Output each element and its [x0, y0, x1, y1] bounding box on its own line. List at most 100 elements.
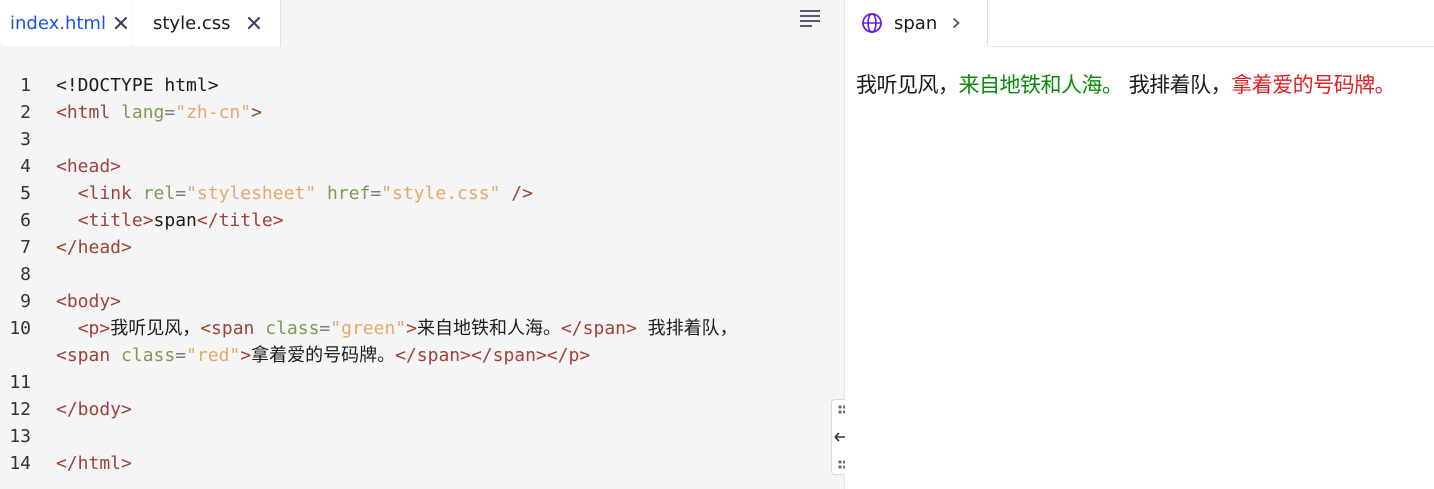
code-line[interactable]: 13: [0, 423, 845, 450]
code-token-text: span: [153, 210, 197, 231]
line-number: 12: [9, 399, 31, 420]
code-token-tag: </span></span></p>: [395, 345, 591, 366]
code-token-attr: href: [326, 183, 371, 204]
chevron-right-icon[interactable]: [949, 16, 963, 30]
code-line[interactable]: 8: [0, 261, 845, 288]
code-token-tag: <title>: [77, 210, 154, 231]
code-text: <body>: [56, 288, 121, 315]
code-line[interactable]: 1 <!DOCTYPE html>: [0, 72, 845, 99]
line-number: 6: [20, 210, 31, 231]
code-line[interactable]: 5 <link rel="stylesheet" href="style.css…: [0, 180, 845, 207]
code-editor-pane: index.html style.css 1 <!DOCTYPE html> 2 <h…: [0, 0, 845, 489]
line-number: 10: [9, 318, 31, 339]
code-line[interactable]: <span class="red">拿着爱的号码牌。</span></span>…: [0, 342, 845, 369]
code-token-cjk: 我听见风，: [110, 318, 201, 339]
preview-red-span: 拿着爱的号码牌。: [1231, 73, 1396, 97]
code-text: <link rel="stylesheet" href="style.css" …: [56, 180, 533, 207]
code-text: <p>我听见风，<span class="green">来自地铁和人海。</sp…: [56, 315, 738, 342]
code-text: <span class="red">拿着爱的号码牌。</span></span>…: [56, 342, 590, 369]
code-text: <title>span</title>: [56, 207, 284, 234]
code-token-tag: </span>: [560, 318, 637, 339]
code-token-doctype: <!DOCTYPE html>: [56, 75, 219, 96]
code-line[interactable]: 9 <body>: [0, 288, 845, 315]
preview-tab[interactable]: span: [845, 0, 988, 46]
code-line[interactable]: 2 <html lang="zh-cn">: [0, 99, 845, 126]
code-token-attr: class: [121, 345, 176, 366]
code-token-cjk: 来自地铁和人海。: [416, 318, 561, 339]
line-number: 5: [20, 183, 31, 204]
code-token-tag: </head>: [56, 237, 132, 258]
tab-style-css[interactable]: style.css: [133, 0, 281, 46]
code-token-str: "stylesheet": [186, 183, 317, 204]
line-number: 8: [20, 264, 31, 285]
code-line[interactable]: 7 </head>: [0, 234, 845, 261]
code-text: <head>: [56, 153, 121, 180]
line-number: 9: [20, 291, 31, 312]
code-line[interactable]: 12 </body>: [0, 396, 845, 423]
line-number: 14: [9, 453, 31, 474]
close-icon[interactable]: [114, 16, 128, 30]
code-line[interactable]: 6 <title>span</title>: [0, 207, 845, 234]
code-line[interactable]: 10 <p>我听见风，<span class="green">来自地铁和人海。<…: [0, 315, 845, 342]
code-token-punct: =: [175, 345, 187, 366]
code-token-tag: <p>: [77, 318, 111, 339]
tab-index-html[interactable]: index.html: [0, 0, 132, 46]
format-lines-icon[interactable]: [799, 9, 821, 27]
code-token-cjk: 拿着爱的号码牌。: [251, 345, 396, 366]
line-number: 7: [20, 237, 31, 258]
tab-label: index.html: [10, 12, 106, 34]
line-number: 2: [20, 102, 31, 123]
code-line[interactable]: 14 </html>: [0, 450, 845, 477]
code-token-punct: =: [175, 183, 187, 204]
tab-label: style.css: [153, 12, 231, 34]
code-token-attr: rel: [142, 183, 176, 204]
preview-tabbar-border: [988, 46, 1434, 47]
code-text: <!DOCTYPE html>: [56, 72, 219, 99]
code-text: </body>: [56, 396, 132, 423]
code-line[interactable]: 3: [0, 126, 845, 153]
code-token-tag: <head>: [56, 156, 122, 177]
code-token-tag: <body>: [56, 291, 122, 312]
preview-paragraph: 我听见风，来自地铁和人海。 我排着队，拿着爱的号码牌。: [856, 71, 1434, 99]
code-token-attr: class: [265, 318, 320, 339]
code-token-str: "red": [186, 345, 241, 366]
code-token-tag: />: [511, 183, 533, 204]
code-token-tag: <span: [56, 345, 111, 366]
code-text: <html lang="zh-cn">: [56, 99, 262, 126]
globe-icon: [862, 13, 882, 33]
preview-text: 我排着队，: [1122, 73, 1232, 97]
code-text: </head>: [56, 234, 132, 261]
preview-tab-label: span: [894, 12, 938, 34]
preview-pane: span 我听见风，来自地铁和人海。 我排着队，拿着爱的号码牌。: [845, 0, 1434, 489]
code-token-tag: </body>: [56, 399, 132, 420]
line-number: 3: [20, 129, 31, 150]
code-line[interactable]: 4 <head>: [0, 153, 845, 180]
code-token-punct: =: [370, 183, 382, 204]
code-token-tag: >: [406, 318, 417, 339]
line-number: 4: [20, 156, 31, 177]
code-token-tag: <link: [77, 183, 132, 204]
code-token-punct: =: [164, 102, 176, 123]
code-area[interactable]: 1 <!DOCTYPE html> 2 <html lang="zh-cn"> 3 4 <h…: [0, 72, 845, 477]
line-number: 1: [20, 75, 31, 96]
code-text: </html>: [56, 450, 132, 477]
code-token-tag: >: [251, 102, 262, 123]
code-token-tag: </html>: [56, 453, 132, 474]
preview-text: 我听见风，: [856, 73, 959, 97]
code-token-tag: <html: [56, 102, 111, 123]
code-token-tag: </title>: [196, 210, 284, 231]
code-line[interactable]: 11: [0, 369, 845, 396]
code-token-str: "zh-cn": [175, 102, 252, 123]
close-icon[interactable]: [247, 16, 261, 30]
line-number: 13: [9, 426, 31, 447]
code-token-tag: <span: [200, 318, 255, 339]
